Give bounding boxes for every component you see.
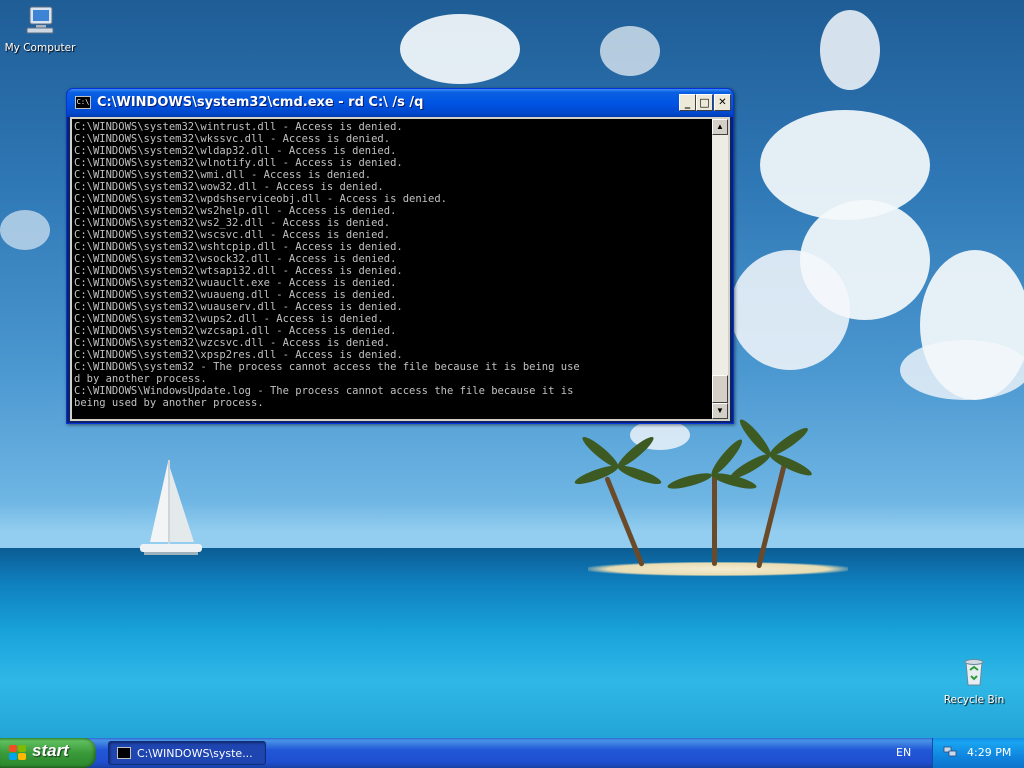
cmd-app-icon[interactable]: C:\ xyxy=(75,96,91,109)
language-indicator[interactable]: EN xyxy=(896,746,911,759)
recycle-bin-icon xyxy=(964,659,984,686)
wallpaper-sea xyxy=(0,548,1024,738)
console-line: C:\WINDOWS\system32\wintrust.dll - Acces… xyxy=(74,121,403,133)
palm-frond xyxy=(736,416,774,459)
desktop-icon-recycle-bin[interactable]: Recycle Bin xyxy=(934,656,1014,706)
palm-frond xyxy=(666,470,714,492)
console-line: being used by another process. xyxy=(74,397,264,409)
network-icon[interactable] xyxy=(943,746,957,758)
wallpaper-cloud xyxy=(600,26,660,76)
console-line: C:\WINDOWS\system32\ws2_32.dll - Access … xyxy=(74,217,391,229)
taskbar-button-cmd[interactable]: C:\WINDOWS\syste... xyxy=(108,741,266,765)
console-line: C:\WINDOWS\system32 - The process cannot… xyxy=(74,361,580,373)
start-button[interactable]: start xyxy=(0,738,96,768)
palm-frond xyxy=(767,424,811,460)
scrollbar-thumb[interactable] xyxy=(712,375,728,403)
console-line: C:\WINDOWS\system32\ws2help.dll - Access… xyxy=(74,205,397,217)
window-title: C:\WINDOWS\system32\cmd.exe - rd C:\ /s … xyxy=(97,95,424,110)
console-line: C:\WINDOWS\system32\wuauserv.dll - Acces… xyxy=(74,301,403,313)
my-computer-icon xyxy=(26,6,54,34)
console-line: C:\WINDOWS\system32\wzcsapi.dll - Access… xyxy=(74,325,397,337)
console-line: C:\WINDOWS\system32\wmi.dll - Access is … xyxy=(74,169,372,181)
wallpaper-cloud xyxy=(820,10,880,90)
palm-trunk xyxy=(712,470,717,566)
wallpaper-cloud xyxy=(900,340,1024,400)
console-line: C:\WINDOWS\system32\wuauclt.exe - Access… xyxy=(74,277,397,289)
console-line: C:\WINDOWS\system32\wscsvc.dll - Access … xyxy=(74,229,391,241)
desktop-icon-my-computer[interactable]: My Computer xyxy=(0,4,80,54)
console-line: C:\WINDOWS\system32\wlnotify.dll - Acces… xyxy=(74,157,403,169)
minimize-button[interactable]: _ xyxy=(679,94,696,111)
cmd-app-icon xyxy=(117,747,131,759)
desktop-icon-label: Recycle Bin xyxy=(943,694,1005,706)
wallpaper-cloud xyxy=(0,210,50,250)
title-bar[interactable]: C:\ C:\WINDOWS\system32\cmd.exe - rd C:\… xyxy=(67,89,733,117)
console-line: d by another process. xyxy=(74,373,207,385)
console-line: C:\WINDOWS\system32\wldap32.dll - Access… xyxy=(74,145,397,157)
start-label: start xyxy=(32,741,69,760)
console-line: C:\WINDOWS\system32\wshtcpip.dll - Acces… xyxy=(74,241,403,253)
scroll-down-arrow-icon[interactable]: ▼ xyxy=(712,403,728,419)
console-line: C:\WINDOWS\system32\wpdshserviceobj.dll … xyxy=(74,193,447,205)
console-line: C:\WINDOWS\system32\wups2.dll - Access i… xyxy=(74,313,384,325)
maximize-button[interactable]: □ xyxy=(696,94,713,111)
taskbar: start C:\WINDOWS\syste... EN 4:29 PM xyxy=(0,738,1024,768)
console-line: C:\WINDOWS\system32\wuaueng.dll - Access… xyxy=(74,289,397,301)
wallpaper-cloud xyxy=(730,250,850,370)
cmd-window[interactable]: C:\ C:\WINDOWS\system32\cmd.exe - rd C:\… xyxy=(66,88,734,424)
console-line: C:\WINDOWS\system32\wtsapi32.dll - Acces… xyxy=(74,265,403,277)
desktop-icon-label: My Computer xyxy=(4,42,76,54)
console-line: C:\WINDOWS\system32\wzcsvc.dll - Access … xyxy=(74,337,391,349)
scroll-up-arrow-icon[interactable]: ▲ xyxy=(712,119,728,135)
console-line: C:\WINDOWS\WindowsUpdate.log - The proce… xyxy=(74,385,574,397)
windows-logo-icon xyxy=(9,745,27,761)
palm-frond xyxy=(579,433,622,471)
vertical-scrollbar[interactable]: ▲ ▼ xyxy=(712,119,728,419)
close-button[interactable]: ✕ xyxy=(714,94,731,111)
console-frame: C:\WINDOWS\system32\wintrust.dll - Acces… xyxy=(70,117,730,421)
sailboat-image xyxy=(140,460,202,555)
clock[interactable]: 4:29 PM xyxy=(967,746,1011,759)
console-line: C:\WINDOWS\system32\wow32.dll - Access i… xyxy=(74,181,384,193)
wallpaper-cloud xyxy=(400,14,520,84)
console-output[interactable]: C:\WINDOWS\system32\wintrust.dll - Acces… xyxy=(72,119,712,419)
console-line: C:\WINDOWS\system32\wsock32.dll - Access… xyxy=(74,253,397,265)
console-line: C:\WINDOWS\system32\xpsp2res.dll - Acces… xyxy=(74,349,403,361)
taskbar-button-label: C:\WINDOWS\syste... xyxy=(137,747,253,760)
console-line: C:\WINDOWS\system32\wkssvc.dll - Access … xyxy=(74,133,391,145)
wallpaper-island xyxy=(588,562,848,576)
system-tray: 4:29 PM xyxy=(932,738,1024,768)
